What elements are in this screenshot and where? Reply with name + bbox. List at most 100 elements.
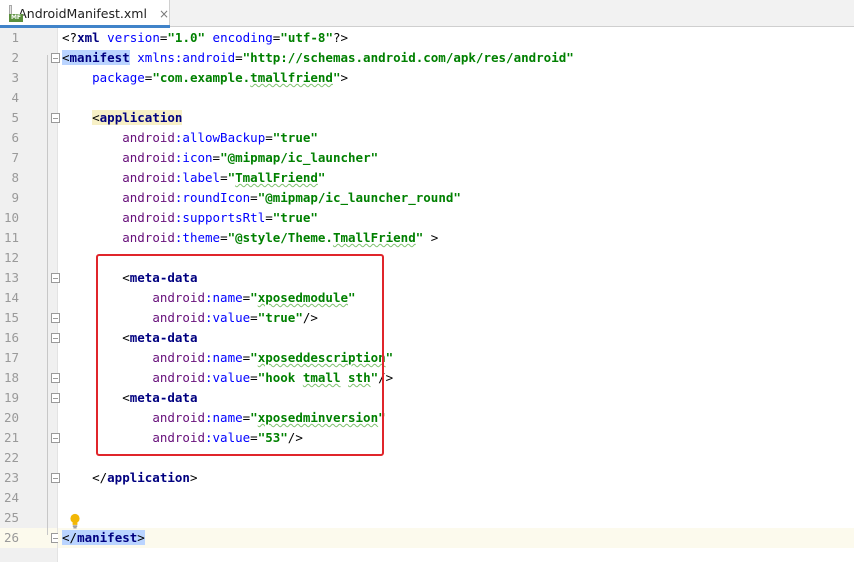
code-token: :roundIcon (174, 190, 251, 205)
line-number: 22 (3, 450, 19, 465)
code-line[interactable] (58, 488, 854, 508)
code-token: android (122, 230, 175, 245)
code-line[interactable]: android:label="TmallFriend" (58, 168, 854, 188)
code-line-content: android:label="TmallFriend" (62, 170, 325, 185)
code-line[interactable]: android:theme="@style/Theme.TmallFriend"… (58, 228, 854, 248)
code-token: "@mipmap/ic_launcher_round" (257, 190, 461, 205)
code-token: < (62, 50, 70, 65)
code-token: :supportsRtl (174, 210, 266, 225)
code-token: xml (77, 30, 100, 45)
tab-close-icon[interactable]: × (159, 7, 169, 21)
line-number: 4 (11, 90, 19, 105)
code-token: :label (174, 170, 221, 185)
code-token: "true" (272, 210, 318, 225)
line-number: 17 (3, 350, 19, 365)
line-number: 13 (3, 270, 19, 285)
code-token: TmallFriend (235, 170, 318, 185)
tab-android-manifest[interactable]: MF AndroidManifest.xml × (0, 0, 170, 28)
code-token: :allowBackup (174, 130, 266, 145)
line-number: 10 (3, 210, 19, 225)
code-token: ?> (332, 30, 349, 45)
code-token: > (340, 70, 349, 85)
code-token: :icon (174, 150, 213, 165)
line-number: 7 (11, 150, 19, 165)
line-number: 18 (3, 370, 19, 385)
code-line[interactable]: android:allowBackup="true" (58, 128, 854, 148)
code-line[interactable]: android:icon="@mipmap/ic_launcher" (58, 148, 854, 168)
code-token: > (423, 230, 439, 245)
code-token: "@mipmap/ic_launcher" (220, 150, 379, 165)
code-token: </ (62, 530, 78, 545)
line-number: 11 (3, 230, 19, 245)
line-number: 2 (11, 50, 19, 65)
code-token: "1.0" (167, 30, 206, 45)
code-line[interactable]: android:supportsRtl="true" (58, 208, 854, 228)
code-line-content: android:allowBackup="true" (62, 130, 318, 145)
code-token: <? (62, 30, 78, 45)
code-token: package (62, 70, 145, 85)
code-line-content: </manifest> (62, 530, 145, 545)
code-token: android (122, 130, 175, 145)
code-line[interactable]: package="com.example.tmallfriend"> (58, 68, 854, 88)
manifest-file-icon: MF (9, 5, 23, 22)
line-number: 26 (3, 530, 19, 545)
code-token: manifest (77, 530, 138, 545)
code-line-content: android:supportsRtl="true" (62, 210, 318, 225)
code-line-content: android:roundIcon="@mipmap/ic_launcher_r… (62, 190, 461, 205)
meta-data-highlight-box (96, 254, 384, 456)
line-number: 23 (3, 470, 19, 485)
code-line[interactable] (58, 88, 854, 108)
line-number: 14 (3, 290, 19, 305)
code-line[interactable]: <manifest xmlns:android="http://schemas.… (58, 48, 854, 68)
code-token: = (220, 170, 228, 185)
line-number: 19 (3, 390, 19, 405)
code-line[interactable] (58, 508, 854, 528)
line-number: 20 (3, 410, 19, 425)
editor-tab-bar: MF AndroidManifest.xml × (0, 0, 854, 28)
code-token: = (250, 190, 258, 205)
code-line[interactable]: android:roundIcon="@mipmap/ic_launcher_r… (58, 188, 854, 208)
code-line-content: <?xml version="1.0" encoding="utf-8"?> (62, 30, 348, 45)
code-token: > (137, 530, 145, 545)
code-token: android (122, 170, 175, 185)
code-line-content: </application> (62, 470, 197, 485)
code-token: TmallFriend (332, 230, 416, 245)
code-token: "http://schemas.android.com/apk/res/andr… (242, 50, 574, 65)
code-token: = (212, 150, 221, 165)
line-number: 6 (11, 130, 19, 145)
code-line-content: package="com.example.tmallfriend"> (62, 70, 348, 85)
line-number: 15 (3, 310, 19, 325)
lightbulb-icon[interactable] (69, 513, 81, 529)
line-number: 12 (3, 250, 19, 265)
code-token: android (122, 190, 175, 205)
code-token: "true" (272, 130, 318, 145)
code-token: = (220, 230, 228, 245)
code-line[interactable]: <application (58, 108, 854, 128)
code-line[interactable]: </application> (58, 468, 854, 488)
code-token: "@style/Theme. (227, 230, 333, 245)
code-token: > (189, 470, 198, 485)
code-token: = (265, 130, 273, 145)
line-number: 1 (11, 30, 19, 45)
code-token: tmallfriend (250, 70, 333, 85)
code-line[interactable]: <?xml version="1.0" encoding="utf-8"?> (58, 28, 854, 48)
code-token: " (227, 170, 236, 185)
code-token: </ (62, 470, 108, 485)
code-token: < (92, 110, 100, 125)
code-token: application (99, 110, 183, 125)
line-number: 3 (11, 70, 19, 85)
code-line[interactable]: </manifest> (58, 528, 854, 548)
code-token: "utf-8" (280, 30, 333, 45)
code-token: :theme (174, 230, 221, 245)
code-line-content: <application (62, 110, 183, 125)
line-number: 24 (3, 490, 19, 505)
code-token: " (332, 70, 341, 85)
code-token: manifest (69, 50, 130, 65)
line-number: 5 (11, 110, 19, 125)
line-number: 21 (3, 430, 19, 445)
